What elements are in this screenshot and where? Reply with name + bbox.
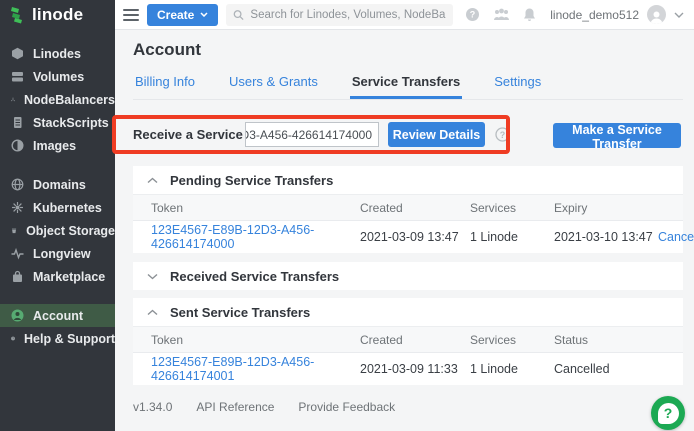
provide-feedback-link[interactable]: Provide Feedback (298, 400, 395, 414)
chevron-up-icon (147, 177, 158, 184)
linode-logo-icon (10, 6, 26, 24)
chevron-up-icon (147, 309, 158, 316)
notifications-bell-icon[interactable] (523, 7, 536, 22)
top-navigation-bar: Create ? linode_demo512 (115, 0, 694, 30)
sidebar-item-stackscripts[interactable]: StackScripts (0, 111, 115, 134)
create-button[interactable]: Create (147, 4, 218, 26)
help-question-icon: ? (658, 403, 679, 424)
api-reference-link[interactable]: API Reference (196, 400, 274, 414)
linode-cloud-manager: linode Create ? linode_demo512 Linodes (0, 0, 694, 431)
global-search[interactable] (226, 4, 453, 26)
sidebar-item-volumes[interactable]: Volumes (0, 65, 115, 88)
sidebar-item-images[interactable]: Images (0, 134, 115, 157)
sent-table-row: 123E4567-E89B-12D3-A456-426614174001 202… (133, 352, 683, 385)
avatar[interactable] (647, 5, 666, 24)
sent-table-header: Token Created Services Status (133, 326, 683, 352)
pending-table-header: Token Created Services Expiry (133, 194, 683, 220)
pending-created: 2021-03-09 13:47 (360, 230, 470, 244)
sidebar-item-nodebalancers[interactable]: NodeBalancers (0, 88, 115, 111)
object-storage-icon (11, 224, 17, 237)
sidebar-item-domains[interactable]: Domains (0, 173, 115, 196)
help-bubble-button[interactable]: ? (651, 396, 685, 430)
svg-text:?: ? (470, 10, 476, 20)
sent-created: 2021-03-09 11:33 (360, 362, 470, 376)
sidebar-group-services: Domains Kubernetes Object Storage Longvi… (0, 173, 115, 288)
linodes-icon (11, 47, 24, 60)
avatar-person-icon (649, 10, 664, 24)
user-menu-chevron-down-icon[interactable] (674, 12, 684, 18)
service-transfer-token-input[interactable]: 123E4567-E89B-12D3-A456-426614174000 (245, 122, 379, 147)
sidebar-item-object-storage[interactable]: Object Storage (0, 219, 115, 242)
received-transfers-panel: Received Service Transfers (133, 262, 683, 290)
account-icon (11, 309, 24, 322)
pending-transfers-panel: Pending Service Transfers Token Created … (133, 166, 683, 253)
sidebar-item-account[interactable]: Account (0, 304, 115, 327)
tab-users-grants[interactable]: Users & Grants (227, 70, 320, 99)
marketplace-icon (11, 270, 24, 283)
sidebar-item-help-support[interactable]: ? Help & Support (0, 327, 115, 350)
cancel-transfer-link[interactable]: Cancel (658, 230, 694, 244)
sent-transfers-header[interactable]: Sent Service Transfers (133, 298, 683, 326)
svg-text:?: ? (500, 130, 506, 140)
sidebar-item-kubernetes[interactable]: Kubernetes (0, 196, 115, 219)
pending-services: 1 Linode (470, 230, 554, 244)
sidebar-group-account: Account ? Help & Support (0, 304, 115, 350)
stackscripts-icon (11, 116, 24, 129)
sidebar-item-linodes[interactable]: Linodes (0, 42, 115, 65)
receive-help-icon[interactable]: ? (495, 127, 510, 142)
app-version: v1.34.0 (133, 400, 172, 414)
tab-service-transfers[interactable]: Service Transfers (350, 70, 462, 99)
linode-logo[interactable]: linode (0, 0, 115, 30)
tab-settings[interactable]: Settings (492, 70, 543, 99)
sidebar-group-compute: Linodes Volumes NodeBalancers StackScrip… (0, 42, 115, 157)
community-icon[interactable] (493, 8, 510, 21)
sent-transfers-panel: Sent Service Transfers Token Created Ser… (133, 298, 683, 385)
longview-icon (11, 247, 24, 260)
help-circle-icon[interactable]: ? (465, 7, 480, 22)
sidebar-item-marketplace[interactable]: Marketplace (0, 265, 115, 288)
chevron-down-icon (147, 273, 158, 280)
username[interactable]: linode_demo512 (550, 8, 639, 22)
sent-services: 1 Linode (470, 362, 554, 376)
review-details-button[interactable]: Review Details (388, 122, 485, 147)
sidebar-navigation: Linodes Volumes NodeBalancers StackScrip… (0, 30, 115, 431)
domains-icon (11, 178, 24, 191)
search-icon (233, 9, 244, 21)
make-service-transfer-button[interactable]: Make a Service Transfer (553, 123, 681, 148)
topbar-icons: ? (465, 7, 536, 22)
nodebalancers-icon (11, 93, 15, 106)
images-icon (11, 139, 24, 152)
tab-billing-info[interactable]: Billing Info (133, 70, 197, 99)
pending-transfers-header[interactable]: Pending Service Transfers (133, 166, 683, 194)
pending-table-row: 123E4567-E89B-12D3-A456-426614174000 202… (133, 220, 683, 253)
main-content: Account Billing Info Users & Grants Serv… (115, 30, 694, 431)
help-support-icon: ? (11, 332, 15, 345)
pending-expiry: 2021-03-10 13:47 (554, 230, 658, 244)
sent-token-link[interactable]: 123E4567-E89B-12D3-A456-426614174001 (151, 355, 314, 383)
pending-token-link[interactable]: 123E4567-E89B-12D3-A456-426614174000 (151, 223, 314, 251)
receive-service-transfer-row: Receive a Service Transfer 123E4567-E89B… (115, 115, 535, 154)
sidebar-item-longview[interactable]: Longview (0, 242, 115, 265)
chevron-down-icon (200, 12, 208, 17)
sent-status: Cancelled (554, 362, 658, 376)
kubernetes-icon (11, 201, 24, 214)
received-transfers-header[interactable]: Received Service Transfers (133, 262, 683, 290)
account-tabs: Billing Info Users & Grants Service Tran… (133, 70, 683, 100)
hamburger-menu-icon[interactable] (123, 9, 139, 21)
volumes-icon (11, 70, 24, 83)
page-title: Account (133, 40, 201, 60)
footer: v1.34.0 API Reference Provide Feedback (133, 400, 395, 414)
search-input[interactable] (250, 9, 446, 21)
logo-text: linode (32, 5, 83, 25)
